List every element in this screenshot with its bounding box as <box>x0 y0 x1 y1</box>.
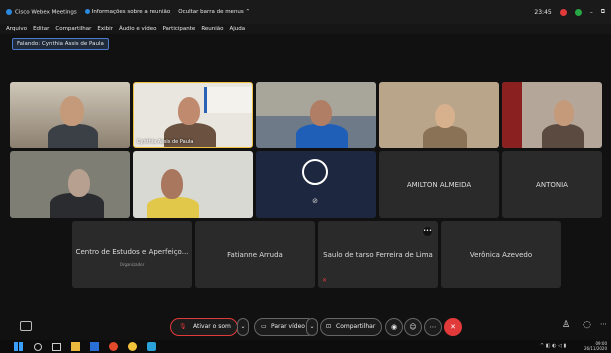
wall-sign <box>204 87 252 113</box>
participant-body <box>48 124 98 148</box>
meeting-info-button[interactable]: Informações sobre a reunião <box>84 9 170 15</box>
hide-menu-button[interactable]: Ocultar barra de menus ⌃ <box>178 9 250 15</box>
video-tile-antonia[interactable]: ANTONIA <box>502 151 602 218</box>
participants-icon[interactable]: ♙ <box>562 320 570 330</box>
participant-body <box>296 124 348 148</box>
video-icon: ▭ <box>261 323 267 330</box>
participant-name: Centro de Estudos e Aperfeiço... <box>75 247 189 256</box>
participant-name: Saulo de tarso Ferreira de Lima <box>323 250 433 259</box>
video-tile-amilton[interactable]: AMILTON ALMEIDA <box>379 151 499 218</box>
app-icon[interactable] <box>109 342 118 351</box>
active-speaker-label: Falando: Cynthia Assis de Paula <box>12 38 109 50</box>
video-tile-1[interactable] <box>10 82 130 148</box>
audio-options-chevron[interactable]: ⌄ <box>237 318 249 336</box>
host-role-label: Organizador <box>119 261 145 267</box>
menu-bar: Arquivo Editar Compartilhar Exibir Áudio… <box>0 24 611 34</box>
menu-editar[interactable]: Editar <box>33 26 49 32</box>
menu-reuniao[interactable]: Reunião <box>201 26 223 32</box>
participant-name: ANTONIA <box>536 180 568 189</box>
webex-taskbar-icon[interactable] <box>147 342 156 351</box>
participant-name: Verônica Azevedo <box>469 250 533 259</box>
chrome-icon[interactable] <box>128 342 137 351</box>
participant-face <box>554 100 574 126</box>
video-options-chevron[interactable]: ⌄ <box>306 318 318 336</box>
title-bar: Cisco Webex Meetings Informações sobre a… <box>0 0 611 24</box>
recording-icon <box>559 8 567 16</box>
restore-button[interactable]: ⧉ <box>601 8 605 16</box>
participant-face <box>161 169 183 199</box>
more-options-button[interactable]: ⋯ <box>424 318 442 336</box>
clock: 23:45 <box>534 8 552 16</box>
system-tray: ^ ◧ ◐ ◁ ▮ <box>540 343 567 349</box>
video-tile-cynthia[interactable]: Cynthia Assis de Paula <box>133 82 253 148</box>
task-view-icon[interactable] <box>52 343 61 351</box>
meeting-toolbar: 🎙 Ativar o som ⌄ ▭ Parar vídeo ⌄ ⊡ Compa… <box>0 318 611 336</box>
webex-icon <box>6 9 12 15</box>
more-panels-icon[interactable]: ⋯ <box>600 320 607 328</box>
chat-icon[interactable] <box>20 321 32 331</box>
video-tile-5[interactable] <box>502 82 602 148</box>
options-icon[interactable]: ••• <box>423 227 432 236</box>
participant-face <box>60 96 84 126</box>
record-button[interactable]: ◉ <box>385 318 403 336</box>
windows-start-icon[interactable] <box>14 342 23 351</box>
participant-face <box>178 97 200 125</box>
video-tile-saulo[interactable]: ••• Saulo de tarso Ferreira de Lima ✕ <box>318 221 438 288</box>
camera-off-icon: ⊘ <box>312 197 318 205</box>
share-icon: ⊡ <box>326 323 332 330</box>
leave-meeting-button[interactable]: ✕ <box>444 318 462 336</box>
search-icon[interactable] <box>34 343 42 351</box>
file-explorer-icon[interactable] <box>71 342 80 351</box>
menu-audio-video[interactable]: Áudio e vídeo <box>119 26 157 32</box>
mic-muted-icon: 🎙 <box>179 323 187 330</box>
participant-name: Fatianne Arruda <box>227 250 283 259</box>
video-tile-centro[interactable]: Centro de Estudos e Aperfeiço... Organiz… <box>72 221 192 288</box>
obs-logo-icon <box>302 159 328 185</box>
share-button[interactable]: ⊡ Compartilhar <box>320 318 382 336</box>
reactions-button[interactable]: ☺ <box>404 318 422 336</box>
participant-face <box>310 100 332 126</box>
menu-participante[interactable]: Participante <box>162 26 195 32</box>
muted-icon: ✕ <box>322 277 328 284</box>
video-tile-4[interactable] <box>379 82 499 148</box>
menu-compartilhar[interactable]: Compartilhar <box>55 26 91 32</box>
participant-body <box>423 126 467 148</box>
video-tile-fatianne[interactable]: Fatianne Arruda <box>195 221 315 288</box>
menu-arquivo[interactable]: Arquivo <box>6 26 27 32</box>
unmute-button[interactable]: 🎙 Ativar o som <box>170 318 238 336</box>
minimize-button[interactable]: – <box>590 9 593 16</box>
participant-body <box>147 197 199 218</box>
connection-status-icon <box>574 8 582 16</box>
participant-body <box>542 124 584 148</box>
chat-panel-icon[interactable]: ◌ <box>583 320 591 330</box>
participant-name: AMILTON ALMEIDA <box>406 180 472 189</box>
menu-exibir[interactable]: Exibir <box>97 26 113 32</box>
participant-face <box>68 169 90 197</box>
participant-name: Cynthia Assis de Paula <box>137 139 194 145</box>
info-icon <box>84 9 90 15</box>
menu-ajuda[interactable]: Ajuda <box>230 26 246 32</box>
video-tile-veronica[interactable]: Verônica Azevedo <box>441 221 561 288</box>
app-title: Cisco Webex Meetings <box>6 9 77 16</box>
os-taskbar: ^ ◧ ◐ ◁ ▮ 09:00 26/11/2020 <box>0 340 611 353</box>
participant-face <box>435 104 455 128</box>
video-tile-6[interactable] <box>10 151 130 218</box>
mail-icon[interactable] <box>90 342 99 351</box>
video-tile-obs[interactable]: ⊘ <box>256 151 376 218</box>
video-tile-7[interactable] <box>133 151 253 218</box>
taskbar-clock: 09:00 26/11/2020 <box>583 341 607 351</box>
video-tile-3[interactable] <box>256 82 376 148</box>
chevron-up-icon: ⌃ <box>245 9 251 16</box>
